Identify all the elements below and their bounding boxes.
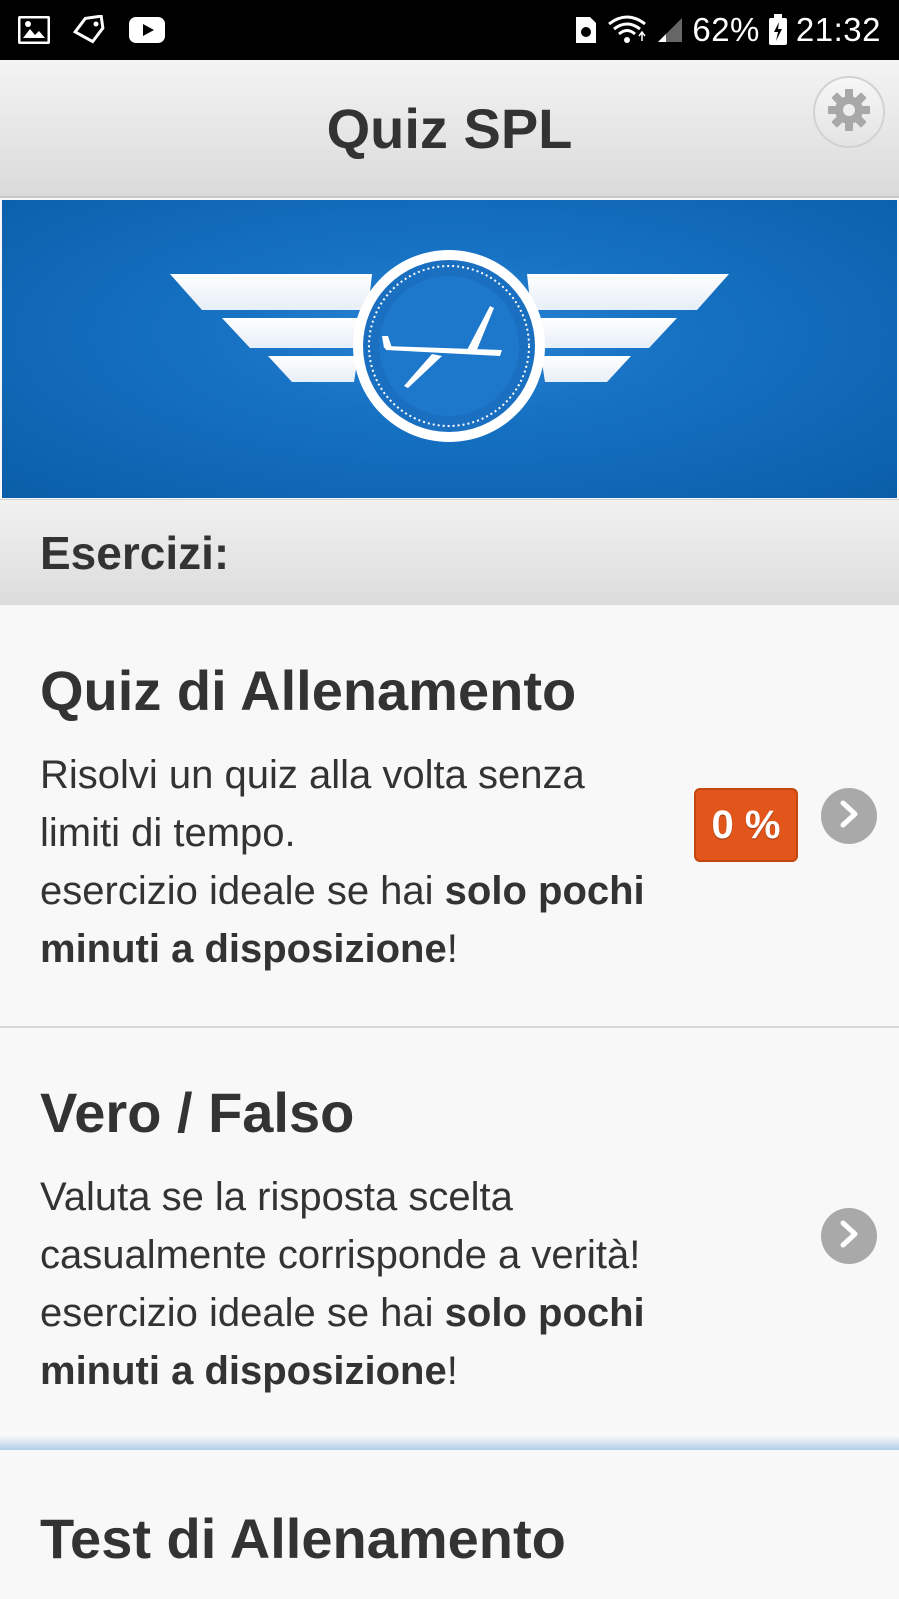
section-separator <box>0 1436 899 1450</box>
wifi-icon <box>606 14 648 46</box>
description-line: Risolvi un quiz alla volta senza <box>40 753 585 797</box>
chevron-right-icon <box>837 800 861 833</box>
settings-button[interactable] <box>813 76 885 148</box>
open-button[interactable] <box>821 788 877 844</box>
open-button[interactable] <box>821 1208 877 1264</box>
list-item-quiz-allenamento[interactable]: Quiz di Allenamento Risolvi un quiz alla… <box>0 606 899 1026</box>
description-text: ! <box>446 1349 458 1393</box>
tag-icon <box>72 15 106 45</box>
progress-badge: 0 % <box>694 788 798 862</box>
description-text: esercizio ideale se hai <box>40 1291 445 1335</box>
description-line: minuti a disposizione! <box>40 1342 720 1400</box>
description-line: esercizio ideale se hai solo pochi <box>40 862 720 920</box>
battery-icon <box>768 14 788 46</box>
description-bold: minuti a disposizione <box>40 1349 447 1393</box>
gear-icon <box>826 87 872 138</box>
list-item-description: Risolvi un quiz alla volta senza limiti … <box>40 746 720 978</box>
description-bold: solo pochi <box>444 1291 645 1335</box>
list-item-title: Vero / Falso <box>40 1081 355 1144</box>
description-line: minuti a disposizione! <box>40 920 720 978</box>
section-header: Esercizi: <box>0 499 899 605</box>
description-bold: solo pochi <box>444 869 645 913</box>
list-item-title: Test di Allenamento <box>40 1507 566 1570</box>
list-item-title: Quiz di Allenamento <box>40 659 577 722</box>
sim-icon <box>574 15 598 45</box>
list-item-description: Valuta se la risposta scelta casualmente… <box>40 1168 720 1400</box>
glider-wings-logo <box>170 250 729 442</box>
battery-percent: 62% <box>692 11 760 48</box>
status-bar-right: 62% 21:32 <box>566 11 881 49</box>
status-bar-left <box>18 15 188 45</box>
chevron-right-icon <box>837 1220 861 1253</box>
app-header: Quiz SPL <box>0 60 899 198</box>
clock: 21:32 <box>795 11 881 48</box>
gallery-icon <box>18 16 50 44</box>
description-line: esercizio ideale se hai solo pochi <box>40 1284 720 1342</box>
description-line: Valuta se la risposta scelta <box>40 1175 513 1219</box>
status-bar: 62% 21:32 <box>0 0 899 60</box>
description-line: limiti di tempo. <box>40 811 296 855</box>
page-title: Quiz SPL <box>326 97 573 160</box>
description-text: esercizio ideale se hai <box>40 869 445 913</box>
signal-icon <box>656 16 684 44</box>
description-bold: minuti a disposizione <box>40 927 447 971</box>
list-item-test-allenamento[interactable]: Test di Allenamento <box>0 1450 899 1599</box>
banner <box>2 200 897 498</box>
list-item-vero-falso[interactable]: Vero / Falso Valuta se la risposta scelt… <box>0 1028 899 1442</box>
description-text: ! <box>446 927 458 971</box>
section-title: Esercizi: <box>40 527 230 579</box>
description-line: casualmente corrisponde a verità! <box>40 1233 641 1277</box>
youtube-icon <box>128 16 166 44</box>
